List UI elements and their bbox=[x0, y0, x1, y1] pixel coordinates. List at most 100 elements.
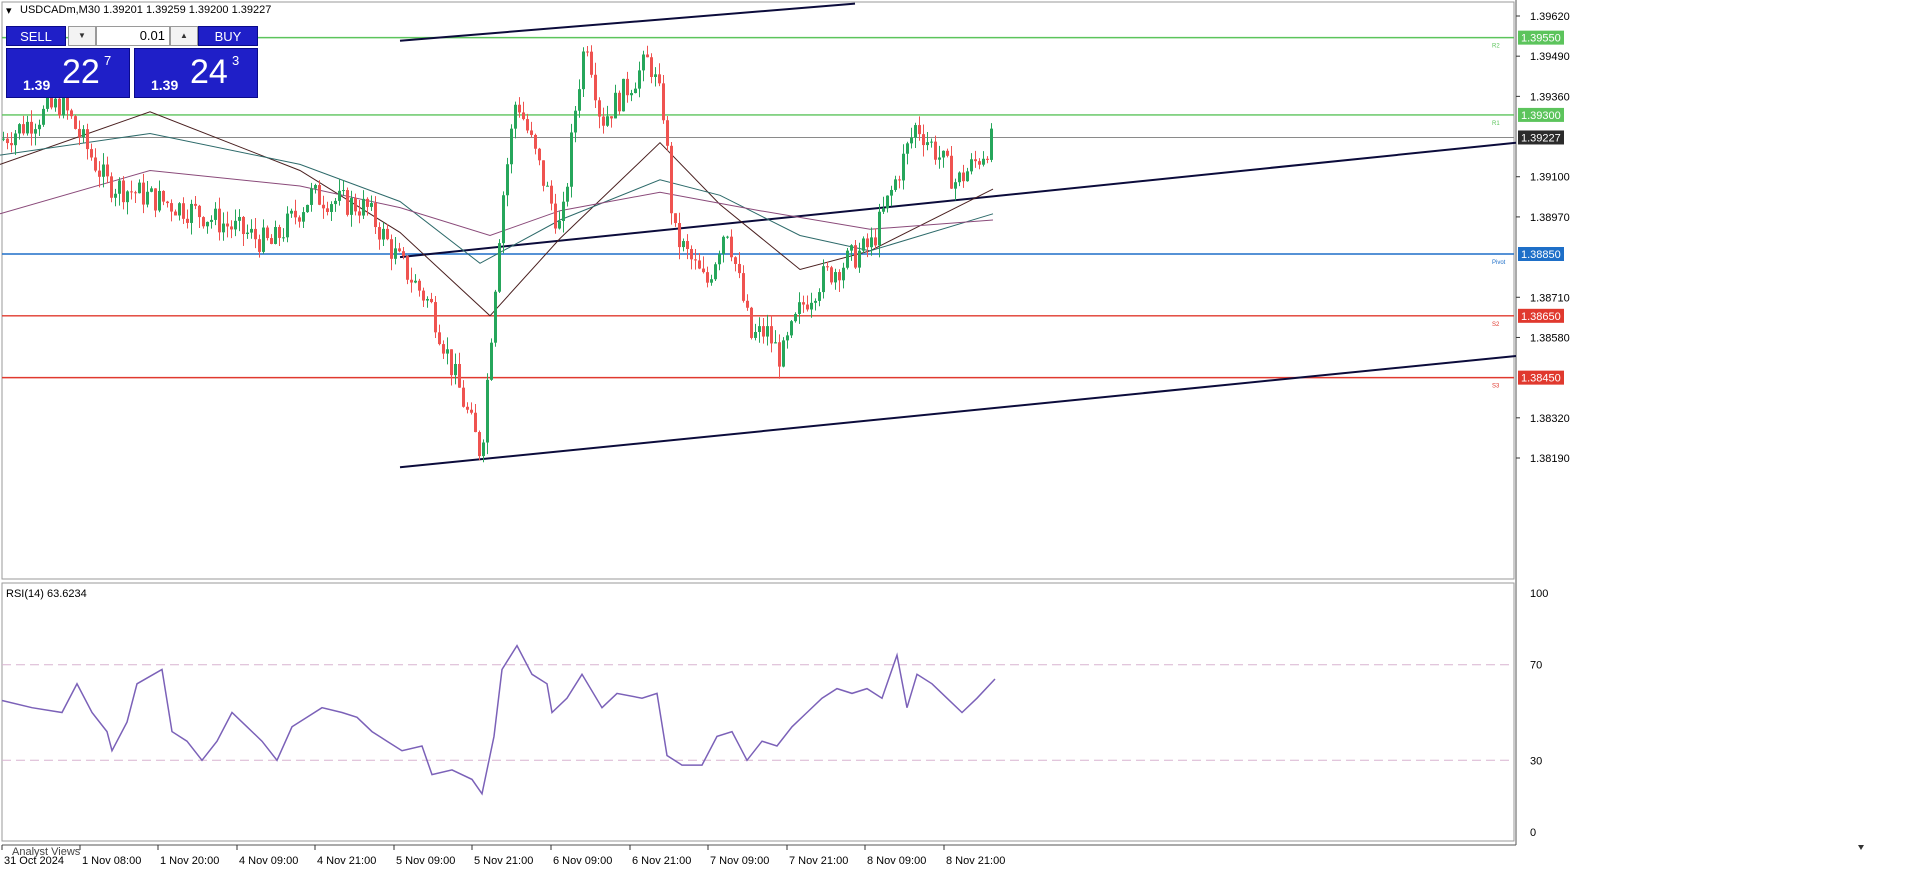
one-click-trading-panel: SELL ▼ 0.01 ▲ BUY 1.39 22 7 1.39 24 3 bbox=[6, 26, 258, 98]
analyst-views-tab[interactable]: Analyst Views bbox=[12, 846, 80, 858]
candle-body bbox=[558, 221, 561, 229]
candle-body bbox=[410, 279, 413, 283]
candle-body bbox=[978, 161, 981, 165]
candle-body bbox=[574, 110, 577, 133]
bid-quote-button[interactable]: 1.39 22 7 bbox=[6, 48, 130, 98]
candle-body bbox=[670, 145, 673, 214]
candle-body bbox=[910, 137, 913, 144]
candle-body bbox=[14, 133, 17, 146]
candle-body bbox=[662, 83, 665, 121]
candle-body bbox=[530, 130, 533, 135]
candle-body bbox=[706, 272, 709, 283]
candle-body bbox=[478, 432, 481, 457]
candle-body bbox=[642, 54, 645, 71]
time-tick-label: 6 Nov 21:00 bbox=[632, 855, 691, 867]
time-tick-label: 7 Nov 21:00 bbox=[789, 855, 848, 867]
candle-body bbox=[354, 198, 357, 212]
price-tick-label: 1.39620 bbox=[1530, 11, 1570, 23]
candle-body bbox=[46, 97, 49, 109]
buy-button[interactable]: BUY bbox=[198, 26, 258, 46]
candle-body bbox=[346, 190, 349, 215]
rsi-title: RSI(14) 63.6234 bbox=[6, 588, 87, 600]
candle-body bbox=[126, 191, 129, 203]
candle-body bbox=[402, 251, 405, 257]
candle-body bbox=[362, 198, 365, 216]
candle-body bbox=[754, 331, 757, 338]
candle-body bbox=[274, 226, 277, 244]
lot-decrease-icon[interactable]: ▼ bbox=[68, 26, 96, 46]
candle-body bbox=[822, 266, 825, 293]
ask-pipette: 3 bbox=[232, 53, 240, 68]
candle-body bbox=[326, 208, 329, 212]
candle-body bbox=[926, 142, 929, 146]
candle-body bbox=[770, 326, 773, 344]
candle-body bbox=[222, 223, 225, 233]
candle-body bbox=[146, 191, 149, 205]
candle-body bbox=[666, 120, 669, 146]
candle-body bbox=[954, 182, 957, 189]
candle-body bbox=[210, 219, 213, 222]
candle-body bbox=[202, 217, 205, 227]
level-name-s2: S2 bbox=[1492, 322, 1500, 328]
candle-body bbox=[918, 125, 921, 135]
time-tick-label: 1 Nov 20:00 bbox=[160, 855, 219, 867]
candle-body bbox=[34, 129, 37, 134]
candle-body bbox=[746, 300, 749, 308]
candle-body bbox=[54, 98, 57, 108]
lot-increase-icon[interactable]: ▲ bbox=[170, 26, 198, 46]
candle-body bbox=[282, 237, 285, 239]
candle-body bbox=[734, 257, 737, 264]
candle-body bbox=[714, 264, 717, 280]
candle-body bbox=[542, 160, 545, 186]
candle-body bbox=[694, 259, 697, 261]
ask-quote-button[interactable]: 1.39 24 3 bbox=[134, 48, 258, 98]
time-tick-label: 8 Nov 09:00 bbox=[867, 855, 926, 867]
candle-body bbox=[818, 292, 821, 301]
level-price-label: 1.39300 bbox=[1521, 110, 1561, 122]
candle-body bbox=[114, 193, 117, 198]
candle-body bbox=[750, 307, 753, 338]
candle-body bbox=[50, 97, 53, 108]
lot-size-input[interactable]: 0.01 bbox=[96, 26, 170, 46]
candle-body bbox=[358, 211, 361, 216]
candle-body bbox=[570, 132, 573, 187]
candle-body bbox=[334, 200, 337, 205]
time-tick-label: 1 Nov 08:00 bbox=[82, 855, 141, 867]
candle-body bbox=[814, 300, 817, 303]
candle-body bbox=[490, 342, 493, 380]
price-tick-label: 1.39360 bbox=[1530, 91, 1570, 103]
candle-body bbox=[350, 198, 353, 215]
time-tick-label: 5 Nov 21:00 bbox=[474, 855, 533, 867]
sell-button[interactable]: SELL bbox=[6, 26, 66, 46]
candle-body bbox=[38, 124, 41, 130]
candle-body bbox=[842, 267, 845, 281]
candle-body bbox=[110, 176, 113, 198]
candle-body bbox=[438, 332, 441, 345]
candle-body bbox=[386, 228, 389, 240]
candle-body bbox=[902, 153, 905, 181]
candle-body bbox=[582, 51, 585, 90]
bid-big-digits: 22 bbox=[62, 53, 100, 91]
candle-body bbox=[718, 253, 721, 265]
candle-body bbox=[58, 98, 61, 116]
candle-body bbox=[990, 128, 993, 160]
rsi-plot-frame bbox=[1, 582, 1515, 842]
symbol-ohlc-title: USDCADm,M30 1.39201 1.39259 1.39200 1.39… bbox=[20, 4, 272, 16]
candle-body bbox=[950, 155, 953, 189]
candle-body bbox=[686, 241, 689, 249]
candle-body bbox=[506, 164, 509, 196]
candle-body bbox=[514, 104, 517, 129]
candle-body bbox=[502, 195, 505, 244]
scroll-end-icon[interactable] bbox=[1858, 845, 1864, 850]
price-tick-label: 1.38580 bbox=[1530, 332, 1570, 344]
candle-body bbox=[698, 260, 701, 269]
candle-body bbox=[182, 203, 185, 219]
candle-body bbox=[986, 158, 989, 160]
candle-body bbox=[86, 129, 89, 150]
chart-canvas: R21.39550R11.39300Pivot1.38850S21.38650S… bbox=[0, 0, 1864, 867]
candle-body bbox=[434, 302, 437, 333]
candle-body bbox=[474, 412, 477, 433]
candle-body bbox=[482, 442, 485, 457]
candle-body bbox=[786, 335, 789, 341]
candle-body bbox=[70, 110, 73, 117]
